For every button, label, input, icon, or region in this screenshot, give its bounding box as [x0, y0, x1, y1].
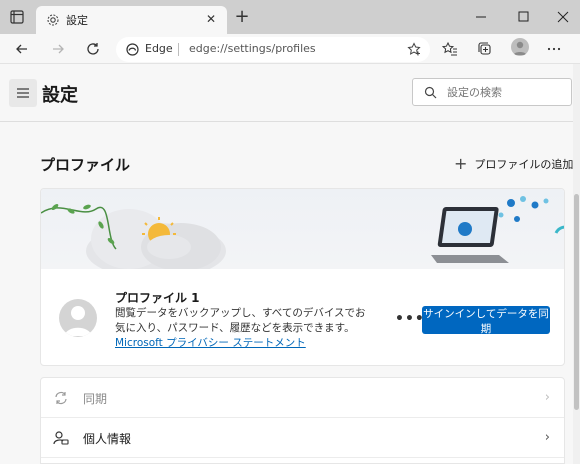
maximize-button[interactable] [508, 6, 538, 28]
page-title: 設定 [42, 85, 78, 106]
more-icon [547, 47, 561, 51]
profile-banner-illustration [41, 189, 564, 279]
address-url: edge://settings/profiles [189, 42, 316, 55]
profile-description-text: 閲覧データをバックアップし、すべてのデバイスでお気に入り、パスワード、履歴などを… [115, 307, 366, 334]
list-item-label: 個人情報 [83, 432, 132, 446]
add-profile-label: プロファイルの追加 [474, 158, 574, 171]
chevron-right-icon: › [544, 390, 550, 405]
section-title: プロファイル [40, 156, 131, 174]
search-input[interactable] [447, 84, 565, 101]
privacy-statement-link[interactable]: Microsoft プライバシー ステートメント [115, 337, 306, 349]
settings-header: 設定 [0, 64, 573, 122]
user-icon [513, 41, 527, 55]
close-icon [557, 11, 569, 23]
user-icon [64, 306, 92, 336]
banner-art [41, 196, 564, 279]
chevron-right-icon: › [544, 430, 550, 445]
profile-card: プロファイル 1 閲覧データをバックアップし、すべてのデバイスでお気に入り、パス… [40, 188, 565, 366]
maximize-icon [518, 11, 529, 22]
minimize-button[interactable] [466, 6, 496, 28]
refresh-icon [87, 43, 99, 55]
sync-icon [55, 391, 67, 405]
signin-sync-button[interactable]: サインインしてデータを同期 [422, 306, 550, 335]
address-separator [178, 43, 179, 56]
favorites-button[interactable] [439, 38, 461, 60]
browser-toolbar: Edge edge://settings/profiles [0, 34, 580, 64]
plus-icon: + [454, 154, 468, 173]
tab-close-icon[interactable]: ✕ [203, 11, 219, 27]
personal-info-icon [53, 431, 69, 445]
favorites-icon [442, 41, 457, 56]
address-site-label: Edge [145, 42, 173, 55]
list-item-sync[interactable]: 同期 › [41, 378, 564, 418]
arrow-right-icon [53, 44, 64, 54]
add-profile-button[interactable]: + プロファイルの追加 [454, 155, 573, 173]
collections-icon [478, 42, 491, 55]
collections-button[interactable] [474, 38, 496, 60]
settings-search[interactable] [412, 78, 572, 106]
search-icon [424, 86, 437, 99]
back-button[interactable] [11, 38, 33, 60]
add-favorite-icon[interactable] [407, 42, 422, 57]
minimize-icon [476, 16, 486, 18]
new-tab-button[interactable]: + [232, 8, 252, 28]
settings-more-button[interactable] [543, 38, 565, 60]
refresh-button[interactable] [82, 38, 104, 60]
profile-avatar-button[interactable] [511, 38, 529, 56]
hamburger-icon [17, 88, 29, 98]
tab-actions-icon [10, 10, 24, 24]
tab-strip: 設定 ✕ + [0, 0, 580, 34]
list-item-personal-info[interactable]: 個人情報 › [41, 418, 564, 458]
profile-name: プロファイル 1 [115, 291, 200, 305]
menu-button[interactable] [9, 79, 37, 107]
settings-list: 同期 › 個人情報 › [40, 377, 565, 464]
profile-description: 閲覧データをバックアップし、すべてのデバイスでお気に入り、パスワード、履歴などを… [115, 306, 375, 351]
list-item-label: 同期 [83, 392, 108, 406]
gear-icon [47, 14, 59, 26]
tab-settings[interactable]: 設定 ✕ [36, 6, 227, 34]
tab-title: 設定 [66, 14, 88, 27]
address-bar[interactable]: Edge edge://settings/profiles [116, 37, 430, 62]
arrow-left-icon [16, 44, 27, 54]
tab-actions-button[interactable] [6, 7, 28, 27]
profile-avatar [59, 299, 97, 337]
page-scrollbar[interactable] [573, 64, 580, 464]
edge-logo-icon [126, 43, 139, 56]
forward-button[interactable] [47, 38, 69, 60]
profile-more-button[interactable]: ••• [395, 311, 425, 327]
scrollbar-thumb[interactable] [574, 194, 579, 410]
window-close-button[interactable] [548, 6, 578, 28]
